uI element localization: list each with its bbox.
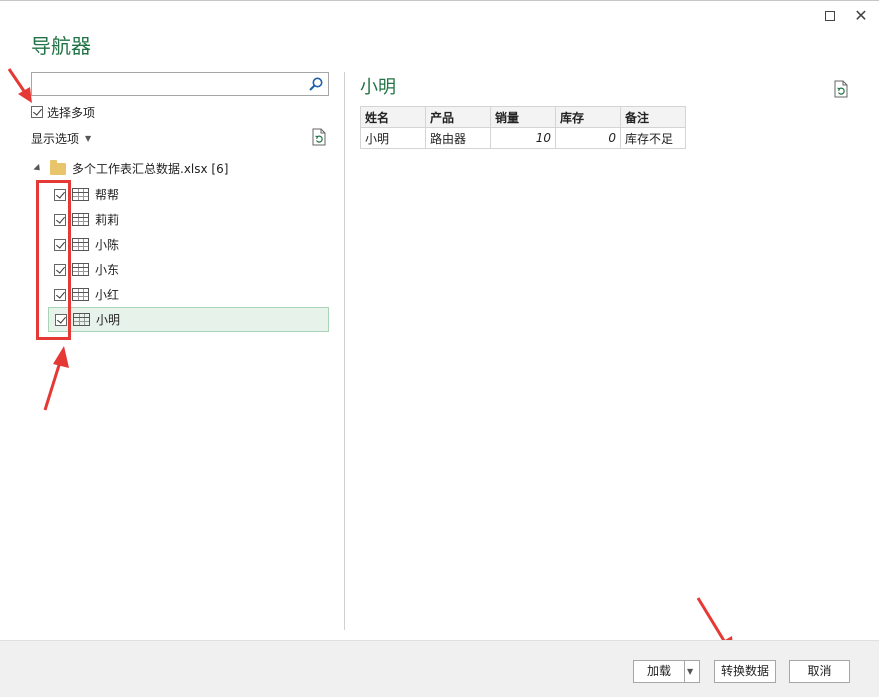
button-separator xyxy=(684,661,685,682)
close-icon[interactable]: ✕ xyxy=(852,7,870,25)
sheet-list: 帮帮 莉莉 小陈 小东 小红 小明 xyxy=(48,182,329,332)
checkbox[interactable] xyxy=(31,106,43,118)
column-header: 备注 xyxy=(620,106,686,128)
table-row: 小明 路由器 10 0 库存不足 xyxy=(360,127,686,149)
table-icon xyxy=(72,238,89,251)
display-options-label: 显示选项 xyxy=(31,132,80,146)
table-icon xyxy=(72,213,89,226)
transform-data-button[interactable]: 转换数据 xyxy=(714,660,776,683)
preview-title: 小明 xyxy=(360,77,396,98)
pane-divider xyxy=(344,72,345,630)
refresh-icon[interactable] xyxy=(311,128,327,146)
table-icon xyxy=(72,188,89,201)
title-bar: ✕ xyxy=(0,0,879,30)
sheet-label: 帮帮 xyxy=(95,188,120,202)
sheet-label: 小红 xyxy=(95,288,120,302)
expand-icon[interactable] xyxy=(33,163,43,174)
load-button[interactable]: 加载 xyxy=(634,661,684,682)
column-header: 销量 xyxy=(490,106,556,128)
column-header: 产品 xyxy=(425,106,491,128)
sheet-item[interactable]: 小红 xyxy=(48,282,329,307)
tree-root-node[interactable]: 多个工作表汇总数据.xlsx [6] xyxy=(33,159,229,177)
refresh-icon[interactable] xyxy=(833,80,849,98)
chevron-down-icon: ▼ xyxy=(85,134,92,143)
dialog-title: 导航器 xyxy=(31,34,91,58)
sheet-item[interactable]: 莉莉 xyxy=(48,207,329,232)
select-multiple-checkbox[interactable]: 选择多项 xyxy=(31,104,95,120)
load-split-button[interactable]: 加载 ▼ xyxy=(633,660,700,683)
table-icon xyxy=(72,263,89,276)
table-header-row: 姓名 产品 销量 库存 备注 xyxy=(360,106,686,128)
preview-table: 姓名 产品 销量 库存 备注 小明 路由器 10 0 库存不足 xyxy=(360,106,686,149)
sheet-item-selected[interactable]: 小明 xyxy=(48,307,329,332)
folder-icon xyxy=(50,159,66,175)
table-cell: 库存不足 xyxy=(620,127,686,149)
column-header: 姓名 xyxy=(360,106,426,128)
cancel-button[interactable]: 取消 xyxy=(789,660,850,683)
select-multiple-label: 选择多项 xyxy=(47,105,96,120)
maximize-icon[interactable] xyxy=(821,7,839,25)
table-cell: 10 xyxy=(490,127,556,149)
sheet-label: 小明 xyxy=(96,313,121,327)
chevron-down-icon[interactable]: ▼ xyxy=(687,661,693,682)
table-cell: 路由器 xyxy=(425,127,491,149)
annotation-arrow-icon xyxy=(7,68,32,103)
annotation-highlight-box xyxy=(36,180,71,340)
table-icon xyxy=(72,288,89,301)
tree-root-label: 多个工作表汇总数据.xlsx [6] xyxy=(72,162,229,176)
search-icon[interactable] xyxy=(308,76,324,92)
column-header: 库存 xyxy=(555,106,621,128)
sheet-item[interactable]: 小东 xyxy=(48,257,329,282)
table-cell: 0 xyxy=(555,127,621,149)
sheet-item[interactable]: 帮帮 xyxy=(48,182,329,207)
sheet-label: 莉莉 xyxy=(95,213,120,227)
annotation-arrow-icon xyxy=(43,346,69,411)
search-input[interactable] xyxy=(31,72,329,96)
display-options-dropdown[interactable]: 显示选项 ▼ xyxy=(31,130,91,147)
sheet-item[interactable]: 小陈 xyxy=(48,232,329,257)
table-cell: 小明 xyxy=(360,127,426,149)
sheet-label: 小陈 xyxy=(95,238,120,252)
table-icon xyxy=(73,313,90,326)
sheet-label: 小东 xyxy=(95,263,120,277)
